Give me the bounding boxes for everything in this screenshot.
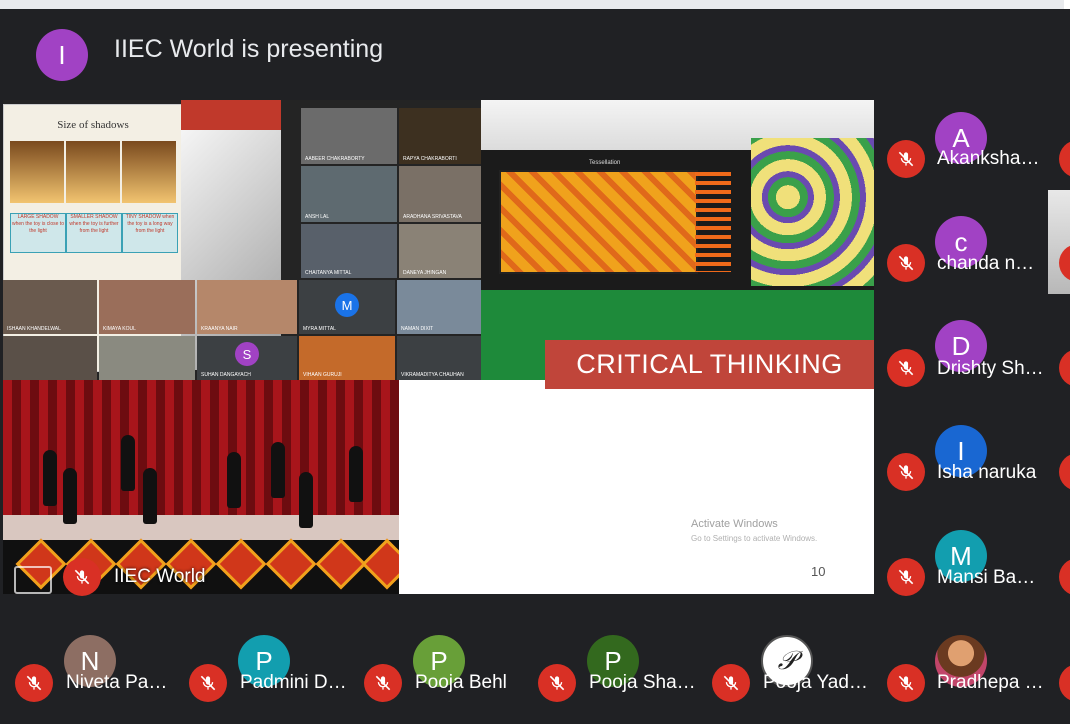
tile-name: CHAITANYA MITTAL	[305, 270, 352, 276]
dancer	[143, 468, 157, 524]
video-tile: CHAITANYA MITTAL	[301, 224, 397, 278]
presentation-icon	[14, 566, 52, 594]
participant-name: Drishty Sh…	[937, 358, 1044, 379]
gallery-label: Tessellation	[589, 160, 621, 166]
tessellation-mural-right	[751, 138, 874, 286]
tile-name: RAPYA CHAKRABORTI	[403, 156, 457, 162]
video-tile: NAMAN DIXIT	[397, 280, 481, 334]
mic-muted-icon	[887, 349, 925, 387]
video-tile	[3, 336, 97, 380]
gallery-text-panel	[695, 172, 731, 272]
tile-name: VIKRAMADITYA CHAUHAN	[401, 372, 464, 378]
video-tile: AABEER CHAKRABORTY	[301, 108, 397, 164]
shadows-title: Size of shadows	[57, 119, 129, 131]
video-tile: KRAANYA NAIR	[197, 280, 297, 334]
participant-name: Niveta Pa…	[66, 672, 168, 693]
activate-windows-subtext: Go to Settings to activate Windows.	[691, 534, 818, 543]
video-tile: VIKRAMADITYA CHAUHAN	[397, 336, 481, 380]
tile-name: KIMAYA KOUL	[103, 326, 136, 332]
mic-muted-icon	[1059, 664, 1070, 702]
video-tile: VIHAAN GURUJI	[299, 336, 395, 380]
participant-name: Akanksha…	[937, 148, 1040, 169]
participant-name: Pooja Behl	[415, 672, 507, 693]
presentation-tile[interactable]: Size of shadows LARGE SHADOW when the to…	[3, 100, 874, 594]
shadow-demo-photo	[181, 130, 281, 370]
video-tile: ARADHANA SRIVASTAVA	[399, 166, 481, 222]
participant-name: chanda n…	[937, 253, 1035, 274]
participant-name: Padmini D…	[240, 672, 347, 693]
mic-muted-icon	[887, 244, 925, 282]
video-tile: M MYRA MITTAL	[299, 280, 395, 334]
video-tile: RAPYA CHAKRABORTI	[399, 108, 481, 164]
tile-name: NAMAN DIXIT	[401, 326, 434, 332]
dancer	[349, 446, 363, 502]
mic-muted-icon	[1059, 558, 1070, 596]
tile-name: KRAANYA NAIR	[201, 326, 238, 332]
tile-name: VIHAAN GURUJI	[303, 372, 342, 378]
mic-muted-icon	[1059, 349, 1070, 387]
video-tile: KIMAYA KOUL	[99, 280, 195, 334]
video-tile: S SUHAN DANGAYACH	[197, 336, 297, 380]
mic-muted-icon	[887, 140, 925, 178]
browser-top-strip	[0, 0, 1070, 9]
slide-redbar	[181, 100, 281, 130]
shadow-photo-large	[10, 141, 64, 203]
art-gallery-photo: Tessellation	[481, 100, 874, 380]
mic-muted-icon	[887, 453, 925, 491]
tile-name: DANEYA JHINGAN	[403, 270, 447, 276]
dancer	[121, 435, 135, 491]
video-tile: ISHAAN KHANDELWAL	[3, 280, 97, 334]
tile-name: ISHAAN KHANDELWAL	[7, 326, 61, 332]
mic-muted-icon	[538, 664, 576, 702]
presenter-label: IIEC World is presenting	[114, 35, 384, 63]
shadow-photo-tiny	[122, 141, 176, 203]
slide-page-number: 10	[811, 564, 826, 579]
dancer	[43, 450, 57, 506]
tile-avatar: M	[335, 293, 359, 317]
presenter-banner: I IIEC World is presenting	[0, 9, 1070, 85]
mic-muted-icon	[189, 664, 227, 702]
participant-name: Pradhepa …	[937, 672, 1044, 693]
participant-name: Pooja Sha…	[589, 672, 696, 693]
dancer	[227, 452, 241, 508]
mic-muted-icon	[712, 664, 750, 702]
shadow-box-tiny: TINY SHADOW when the toy is a long way f…	[122, 213, 178, 253]
mic-muted-icon	[1059, 453, 1070, 491]
video-tile: ANSH LAL	[301, 166, 397, 222]
mic-muted-icon	[1059, 140, 1070, 178]
presenter-name: IIEC World	[114, 566, 206, 587]
mic-muted-icon	[15, 664, 53, 702]
participant-name: Pooja Yad…	[763, 672, 868, 693]
tile-avatar: S	[235, 342, 259, 366]
dancer	[271, 442, 285, 498]
tile-name: ARADHANA SRIVASTAVA	[403, 214, 462, 220]
mic-muted-icon	[364, 664, 402, 702]
participant-name: Mansi Ba…	[937, 567, 1036, 588]
shadow-photo-small	[66, 141, 120, 203]
tile-name: MYRA MITTAL	[303, 326, 336, 332]
activate-windows-text: Activate Windows	[691, 518, 778, 530]
tile-name: SUHAN DANGAYACH	[201, 372, 251, 378]
shadow-box-small: SMALLER SHADOW when the toy is further f…	[66, 213, 122, 253]
zoom-screenshot: Size of shadows LARGE SHADOW when the to…	[3, 100, 481, 380]
critical-thinking-banner: CRITICAL THINKING	[545, 340, 874, 389]
tile-name: ANSH LAL	[305, 214, 330, 220]
video-tile: DANEYA JHINGAN	[399, 224, 481, 278]
dancer	[63, 468, 77, 524]
mic-muted-icon	[887, 664, 925, 702]
dance-photo	[3, 380, 399, 594]
mic-muted-icon	[887, 558, 925, 596]
dancer	[299, 472, 313, 528]
presenter-avatar: I	[36, 29, 88, 81]
browser-top-edge	[1064, 0, 1070, 9]
presenter-mic-muted-icon[interactable]	[63, 558, 101, 596]
shadow-box-large: LARGE SHADOW when the toy is close to th…	[10, 213, 66, 253]
tessellation-mural	[499, 170, 698, 274]
video-tile	[99, 336, 195, 380]
participant-name: Isha naruka	[937, 462, 1037, 483]
tile-name: AABEER CHAKRABORTY	[305, 156, 365, 162]
